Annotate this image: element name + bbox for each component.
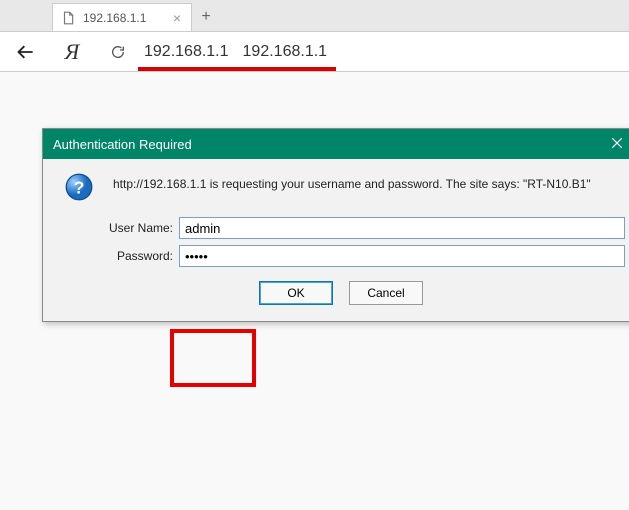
password-field[interactable] — [179, 245, 625, 267]
tab-bar: 192.168.1.1 × + — [0, 0, 629, 32]
browser-tab[interactable]: 192.168.1.1 × — [52, 3, 192, 31]
toolbar: Я 192.168.1.1 192.168.1.1 — [0, 32, 629, 72]
annotation-underline — [138, 67, 336, 71]
address-bar[interactable]: 192.168.1.1 192.168.1.1 — [144, 43, 619, 61]
back-button[interactable] — [10, 36, 42, 68]
username-field[interactable] — [179, 217, 625, 239]
password-label: Password: — [57, 249, 179, 263]
address-text-2: 192.168.1.1 — [243, 43, 328, 61]
auth-dialog: Authentication Required ? http://192.168… — [42, 128, 629, 322]
close-tab-icon[interactable]: × — [171, 10, 183, 26]
dialog-titlebar: Authentication Required — [43, 129, 629, 159]
username-label: User Name: — [57, 221, 179, 235]
ok-button[interactable]: OK — [259, 281, 333, 305]
document-icon — [61, 11, 75, 25]
dialog-title-text: Authentication Required — [53, 137, 605, 152]
question-icon: ? — [63, 171, 95, 203]
address-text-1: 192.168.1.1 — [144, 43, 229, 61]
yandex-home-button[interactable]: Я — [56, 36, 88, 68]
cancel-button[interactable]: Cancel — [349, 281, 423, 305]
new-tab-button[interactable]: + — [192, 3, 220, 31]
reload-button[interactable] — [102, 36, 134, 68]
close-icon[interactable] — [605, 134, 629, 155]
dialog-body: ? http://192.168.1.1 is requesting your … — [43, 159, 629, 321]
dialog-message: http://192.168.1.1 is requesting your us… — [113, 171, 591, 191]
svg-text:?: ? — [74, 177, 85, 197]
tab-title: 192.168.1.1 — [83, 11, 171, 25]
